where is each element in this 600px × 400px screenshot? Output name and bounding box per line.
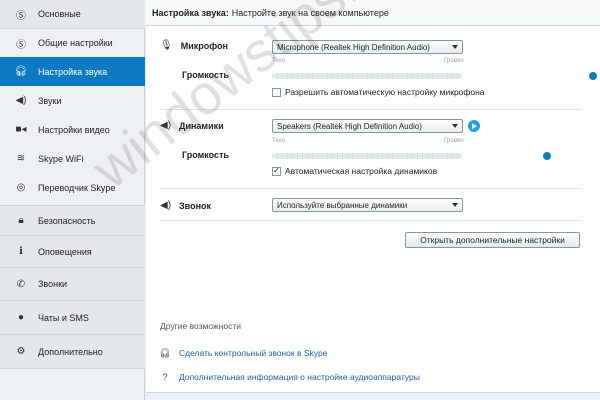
microphone-row: 🎙︎ Микрофон: [160, 40, 228, 51]
spk-volume-thumb[interactable]: [543, 152, 552, 160]
speaker-icon: ◀): [160, 120, 172, 131]
translator-icon: ◎: [16, 182, 26, 193]
sidebar-group-security[interactable]: 🔒︎ Безопасность: [0, 205, 145, 236]
other-options-title: Другие возможности: [160, 321, 241, 331]
sidebar-group-label: Безопасность: [38, 215, 96, 226]
sidebar-item-label: Настройка звука: [38, 66, 108, 77]
wifi-icon: ≋: [16, 153, 26, 164]
speakers-label: Динамики: [179, 120, 224, 131]
help-icon: ?: [162, 372, 168, 382]
microphone-select[interactable]: Microphone (Realtek High Definition Audi…: [272, 40, 463, 54]
settings-sidebar: Ⓢ Основные Ⓢ Общие настройки 🎧︎ Настройк…: [0, 0, 145, 400]
sidebar-item-sounds[interactable]: ◀) Звуки: [0, 86, 145, 115]
sidebar-item-label: Переводчик Skype: [38, 182, 116, 193]
chevron-down-icon: [452, 203, 458, 207]
chevron-down-icon: [452, 124, 458, 128]
ringer-select[interactable]: Используйте выбранные динамики: [272, 198, 463, 212]
sidebar-group-label: Дополнительно: [38, 346, 103, 357]
sidebar-group-advanced[interactable]: ⚙ Дополнительно: [0, 335, 145, 369]
ringer-label: Звонок: [179, 200, 212, 211]
mic-quiet-label: Тихо: [272, 58, 286, 64]
lock-icon: 🔒︎: [18, 215, 24, 226]
play-test-sound-button[interactable]: [468, 120, 480, 132]
info-icon: ℹ: [19, 246, 23, 257]
page-subtitle: Настройте звук на своем компьютере: [231, 7, 389, 18]
chat-icon: ●: [17, 312, 25, 323]
speakers-row: ◀) Динамики: [160, 120, 224, 131]
play-icon: [472, 123, 477, 129]
sidebar-group-notifications[interactable]: ℹ Оповещения: [0, 236, 145, 268]
speaker-icon: ◀): [15, 95, 27, 106]
test-call-link[interactable]: 🎧︎ Сделать контрольный звонок в Skype: [159, 347, 328, 359]
sidebar-group-label: Оповещения: [38, 246, 92, 257]
spk-quiet-label: Тихо: [272, 138, 286, 144]
mic-loud-label: Громко: [444, 58, 464, 64]
divider: [160, 220, 582, 221]
spk-volume-row: Громкость: [182, 150, 229, 160]
spk-volume-slider[interactable]: [272, 153, 462, 159]
spk-auto-label: Автоматическая настройка динамиков: [285, 166, 438, 176]
sidebar-item-video-settings[interactable]: ■◂ Настройки видео: [0, 115, 145, 144]
audio-settings-panel: Настройка звука: Настройте звук на своем…: [146, 0, 600, 400]
chevron-down-icon: [452, 45, 458, 49]
audio-help-link-label: Дополнительная информация о настройке ау…: [179, 372, 420, 382]
skype-icon: Ⓢ: [16, 39, 26, 51]
checkbox-box[interactable]: ✓: [272, 166, 281, 176]
sidebar-group-chats[interactable]: ● Чаты и SMS: [0, 301, 145, 335]
sidebar-item-label: Общие настройки: [38, 38, 113, 48]
sidebar-item-label: Skype WiFi: [38, 153, 84, 164]
mic-volume-thumb[interactable]: [588, 72, 597, 80]
sidebar-item-skype-wifi[interactable]: ≋ Skype WiFi: [0, 144, 145, 173]
sidebar-item-audio-settings[interactable]: 🎧︎ Настройка звука: [0, 57, 145, 86]
sidebar-item-translator[interactable]: ◎ Переводчик Skype: [0, 173, 145, 202]
phone-icon: ✆: [16, 278, 26, 290]
sidebar-item-label: Настройки видео: [38, 124, 110, 135]
panel-footer: [146, 392, 600, 400]
slider-ticks: [272, 153, 462, 159]
ringer-device: Используйте выбранные динамики: [277, 200, 408, 210]
spk-auto-checkbox[interactable]: ✓ Автоматическая настройка динамиков: [272, 166, 437, 176]
mic-volume-slider[interactable]: [272, 73, 462, 79]
sidebar-group-general[interactable]: Ⓢ Основные: [0, 0, 145, 29]
headset-icon: 🎧︎: [159, 347, 171, 358]
sidebar-group-label: Звонки: [38, 279, 68, 289]
page-title: Настройка звука:: [152, 7, 229, 18]
sidebar-item-label: Звуки: [38, 95, 62, 106]
divider: [160, 188, 582, 189]
open-advanced-settings-button[interactable]: Открыть дополнительные настройки: [405, 232, 580, 248]
speaker-icon: ◀): [160, 200, 172, 211]
mic-volume-row: Громкость: [182, 70, 229, 80]
skype-icon: Ⓢ: [16, 10, 26, 22]
mic-volume-label: Громкость: [182, 70, 230, 80]
speakers-device: Speakers (Realtek High Definition Audio): [277, 121, 422, 131]
test-call-link-label: Сделать контрольный звонок в Skype: [179, 348, 328, 358]
sidebar-item-general-settings[interactable]: Ⓢ Общие настройки: [0, 29, 145, 57]
microphone-icon: 🎙︎: [160, 40, 173, 51]
headset-icon: 🎧︎: [14, 66, 28, 77]
spk-loud-label: Громко: [444, 138, 464, 144]
mic-auto-checkbox[interactable]: Разрешить автоматическую настройку микро…: [272, 87, 485, 97]
audio-help-link[interactable]: ? Дополнительная информация о настройке …: [160, 372, 420, 382]
checkbox-box[interactable]: [272, 87, 281, 97]
mic-auto-label: Разрешить автоматическую настройку микро…: [285, 87, 485, 97]
sidebar-group-label: Основные: [38, 9, 81, 19]
speakers-select[interactable]: Speakers (Realtek High Definition Audio): [272, 119, 463, 133]
divider: [160, 109, 582, 110]
sidebar-group-calls[interactable]: ✆ Звонки: [0, 268, 145, 301]
panel-header: Настройка звука: Настройте звук на своем…: [146, 0, 600, 26]
spk-volume-label: Громкость: [182, 150, 230, 160]
sidebar-group-label: Чаты и SMS: [38, 312, 89, 323]
camera-icon: ■◂: [15, 124, 27, 135]
ringer-row: ◀) Звонок: [160, 200, 211, 211]
slider-ticks: [272, 73, 462, 79]
microphone-device: Microphone (Realtek High Definition Audi…: [277, 42, 430, 52]
microphone-label: Микрофон: [180, 40, 228, 51]
gear-icon: ⚙: [16, 346, 26, 357]
